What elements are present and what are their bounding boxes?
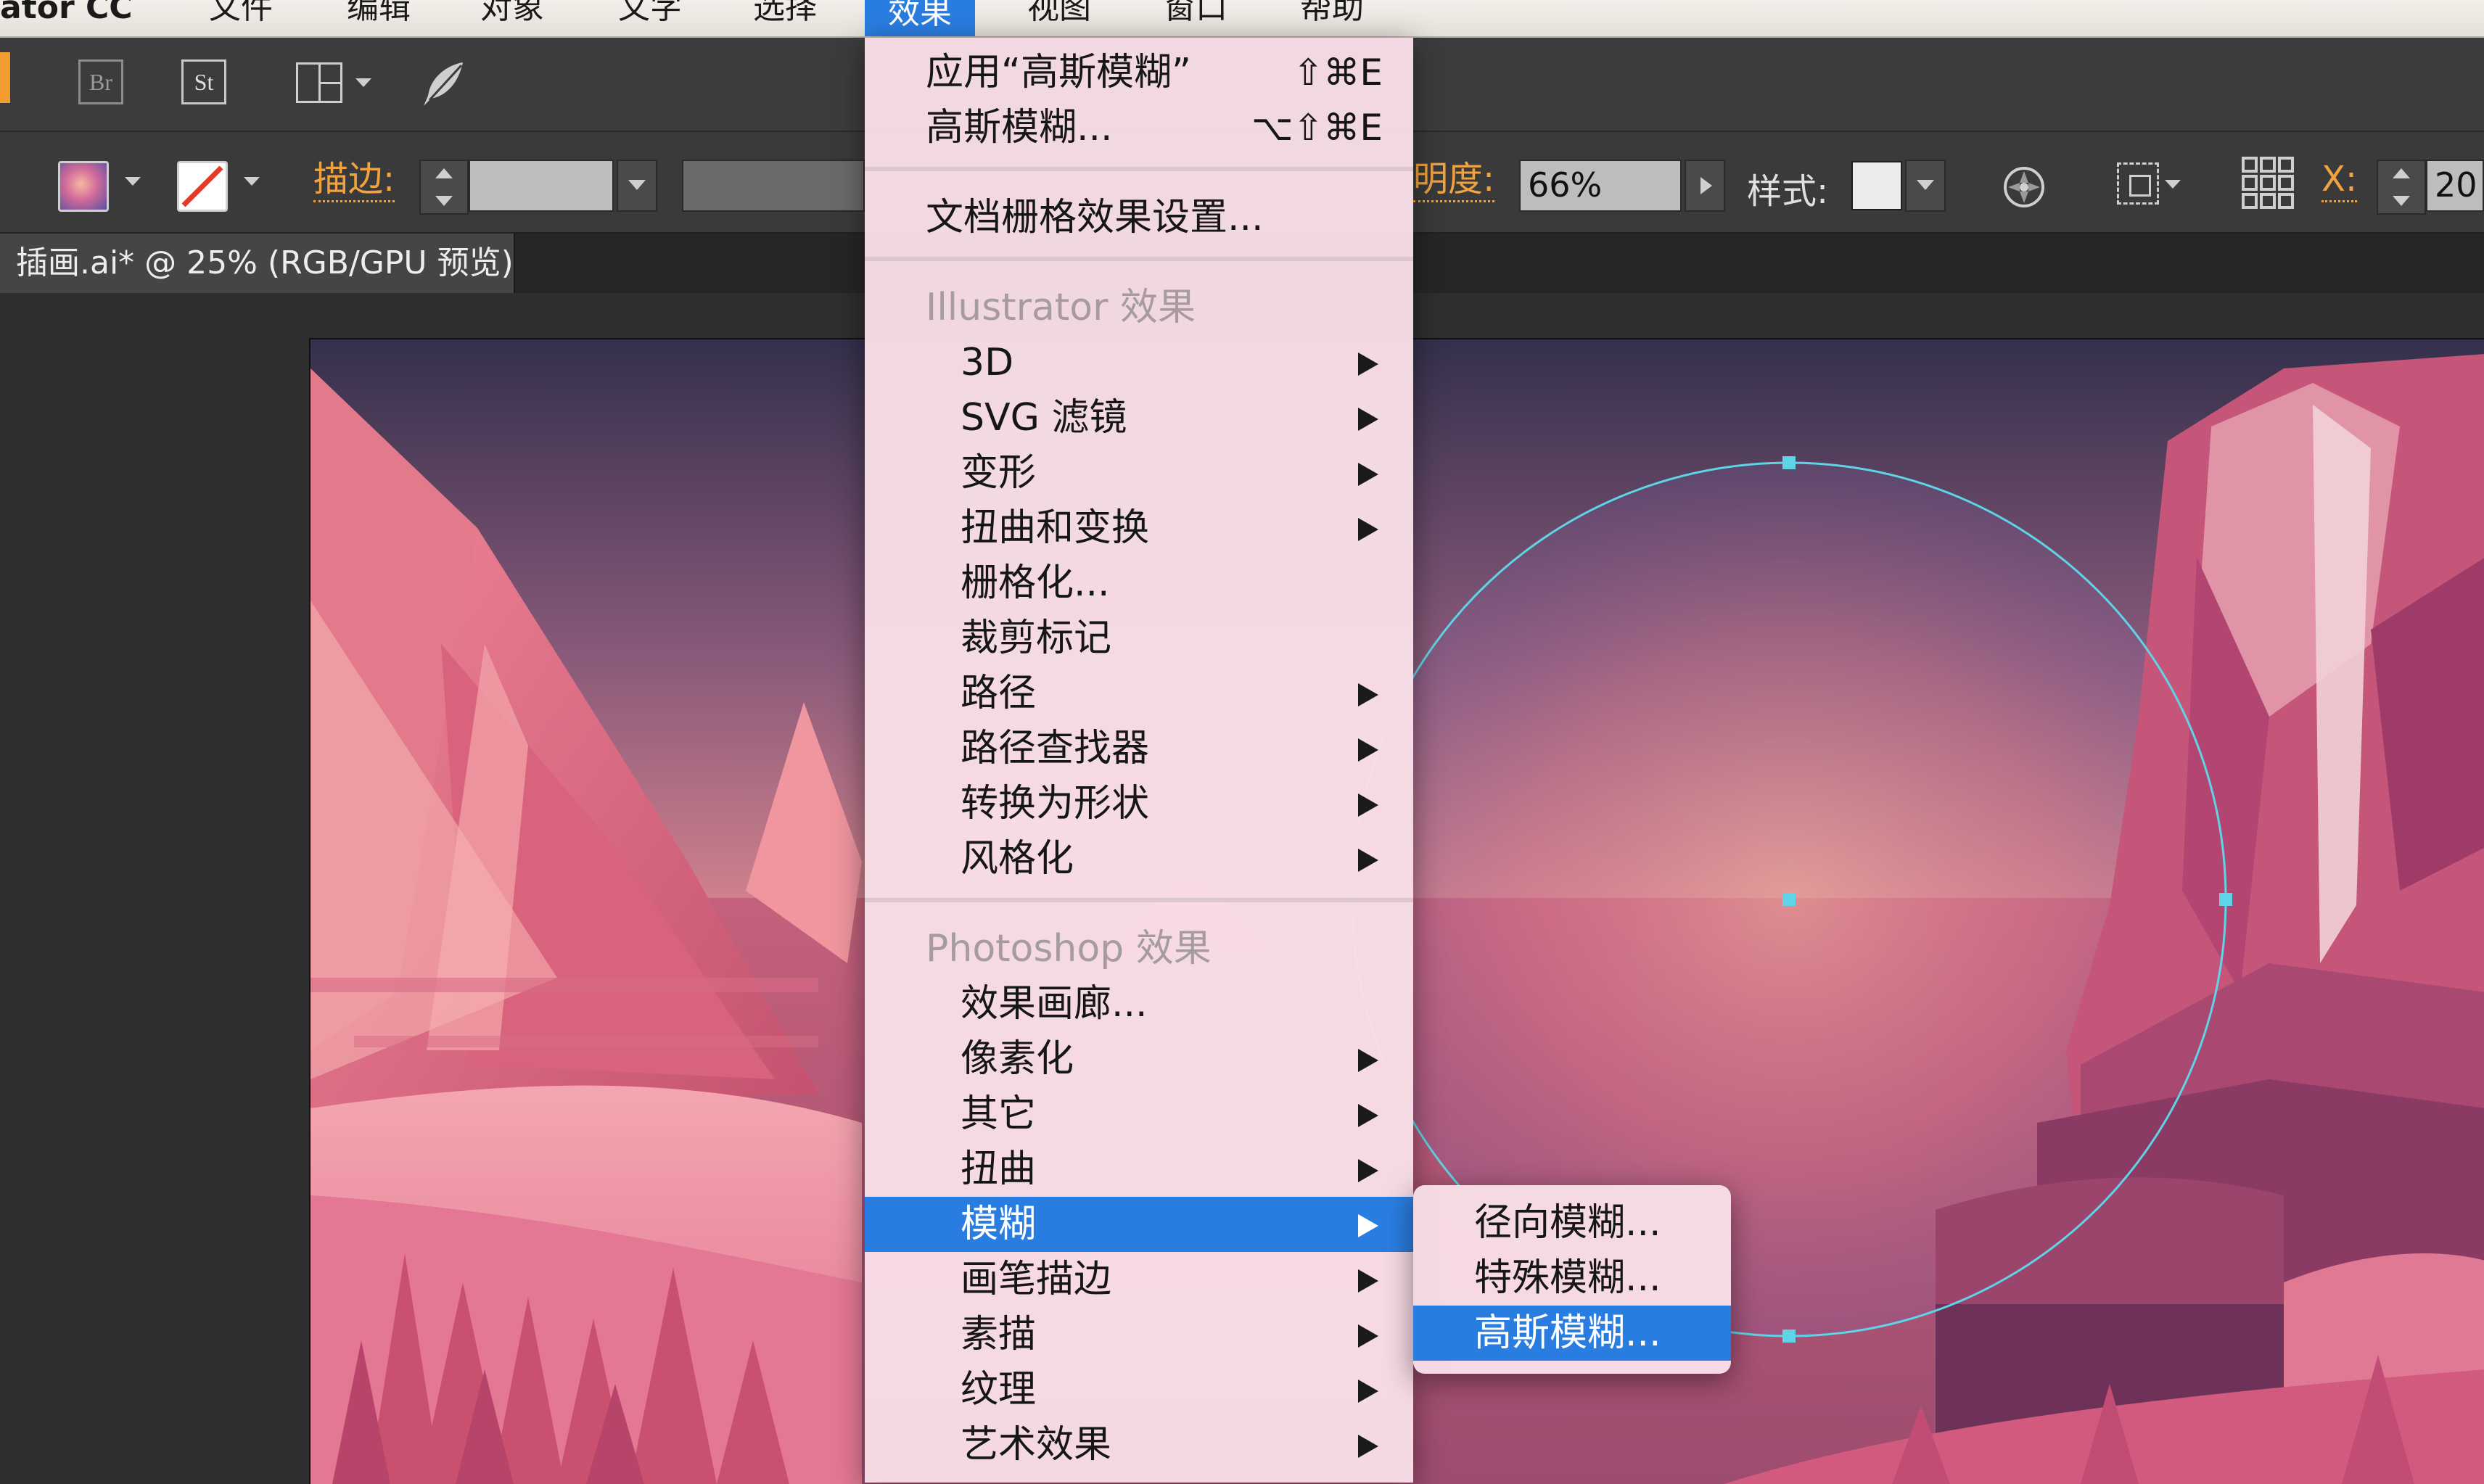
menu-item-3d[interactable]: 3D <box>865 335 1413 390</box>
menu-help[interactable]: 帮助 <box>1300 0 1364 36</box>
stroke-label[interactable]: 描边: <box>313 158 395 202</box>
menu-item-pixelate[interactable]: 像素化 <box>865 1031 1413 1087</box>
menu-view[interactable]: 视图 <box>1027 0 1091 36</box>
anchor-point-right <box>2219 893 2232 906</box>
menu-item-pathfinder[interactable]: 路径查找器 <box>865 721 1413 776</box>
submenu-arrow-icon <box>1358 408 1378 431</box>
align-grid-icon[interactable] <box>2240 155 2295 210</box>
submenu-arrow-icon <box>1358 1159 1378 1182</box>
submenu-arrow-icon <box>1358 1104 1378 1127</box>
style-label: 样式: <box>1747 171 1829 212</box>
app-name[interactable]: ator CC <box>0 0 133 36</box>
menu-separator <box>865 257 1413 261</box>
stroke-weight-dropdown[interactable] <box>617 160 657 212</box>
submenu-arrow-icon <box>1358 1324 1378 1348</box>
submenu-arrow-icon <box>1358 353 1378 376</box>
submenu-arrow-icon <box>1358 683 1378 706</box>
last-effect-shortcut: ⌥⇧⌘E <box>1251 107 1383 149</box>
menu-item-blur[interactable]: 模糊 <box>865 1197 1413 1252</box>
menu-item-artistic[interactable]: 艺术效果 <box>865 1417 1413 1472</box>
center-point <box>1782 893 1796 906</box>
submenu-item-gaussian-blur[interactable]: 高斯模糊... <box>1413 1306 1731 1361</box>
fill-dropdown-icon[interactable] <box>125 177 141 186</box>
menu-item-other[interactable]: 其它 <box>865 1087 1413 1142</box>
photoshop-effects-header: Photoshop 效果 <box>926 927 1212 970</box>
graphic-style-dropdown[interactable] <box>1905 160 1946 212</box>
opacity-slider-button[interactable] <box>1685 160 1725 212</box>
fill-swatch[interactable] <box>58 161 109 212</box>
illustrator-effects-header: Illustrator 效果 <box>926 286 1196 329</box>
illustrator-logo <box>0 52 10 103</box>
x-position-stepper[interactable] <box>2377 160 2426 215</box>
submenu-arrow-icon <box>1358 793 1378 817</box>
stroke-swatch[interactable] <box>177 161 228 212</box>
menu-object[interactable]: 对象 <box>480 0 544 36</box>
menu-separator <box>865 898 1413 902</box>
blur-submenu: 径向模糊... 特殊模糊... 高斯模糊... <box>1413 1185 1731 1374</box>
opacity-label[interactable]: 明度: <box>1413 158 1495 202</box>
menu-item-convert-to-shape[interactable]: 转换为形状 <box>865 776 1413 831</box>
submenu-arrow-icon <box>1358 518 1378 541</box>
menu-type[interactable]: 文字 <box>618 0 682 36</box>
anchor-point-bottom <box>1782 1330 1796 1343</box>
x-position-label[interactable]: X: <box>2321 158 2358 202</box>
menu-item-svg-filters[interactable]: SVG 滤镜 <box>865 390 1413 445</box>
isolate-object-icon[interactable] <box>2117 162 2159 205</box>
submenu-arrow-icon <box>1358 463 1378 486</box>
menu-select[interactable]: 选择 <box>753 0 817 36</box>
stock-button[interactable]: St <box>181 59 226 104</box>
apply-last-effect-item[interactable]: 应用“高斯模糊” ⇧⌘E <box>865 45 1413 100</box>
stroke-dropdown-icon[interactable] <box>244 177 260 186</box>
submenu-arrow-icon <box>1358 1049 1378 1072</box>
submenu-item-smart-blur[interactable]: 特殊模糊... <box>1413 1250 1731 1306</box>
submenu-arrow-icon <box>1358 849 1378 872</box>
arrange-documents-icon[interactable] <box>296 62 342 103</box>
submenu-arrow-icon <box>1358 1214 1378 1237</box>
bridge-button[interactable]: Br <box>78 59 123 104</box>
recolor-artwork-icon[interactable] <box>2002 165 2046 209</box>
chevron-down-icon[interactable] <box>355 78 371 87</box>
document-raster-settings-item[interactable]: 文档栅格效果设置... <box>865 190 1413 245</box>
menu-item-sketch[interactable]: 素描 <box>865 1307 1413 1362</box>
document-tab[interactable]: 插画.ai* @ 25% (RGB/GPU 预览) <box>0 234 515 293</box>
effects-menu: 应用“高斯模糊” ⇧⌘E 高斯模糊... ⌥⇧⌘E 文档栅格效果设置... Il… <box>865 38 1413 1483</box>
submenu-arrow-icon <box>1358 1380 1378 1403</box>
menu-item-distort-transform[interactable]: 扭曲和变换 <box>865 500 1413 556</box>
opacity-field[interactable]: 66% <box>1519 160 1682 212</box>
submenu-arrow-icon <box>1358 738 1378 762</box>
menu-window[interactable]: 窗口 <box>1164 0 1227 36</box>
menu-item-texture[interactable]: 纹理 <box>865 1362 1413 1417</box>
isolate-dropdown-icon[interactable] <box>2165 180 2181 189</box>
menu-item-path[interactable]: 路径 <box>865 666 1413 721</box>
menu-item-brush-strokes[interactable]: 画笔描边 <box>865 1252 1413 1307</box>
menu-bar: ator CC 文件 编辑 对象 文字 选择 效果 视图 窗口 帮助 <box>0 0 2484 38</box>
apply-last-shortcut: ⇧⌘E <box>1293 51 1383 94</box>
submenu-item-radial-blur[interactable]: 径向模糊... <box>1413 1195 1731 1250</box>
menu-item-crop-marks[interactable]: 裁剪标记 <box>865 611 1413 666</box>
menu-effect[interactable]: 效果 <box>865 0 975 36</box>
stroke-weight-stepper[interactable] <box>419 160 469 215</box>
submenu-arrow-icon <box>1358 1435 1378 1458</box>
variable-width-field[interactable] <box>682 160 865 212</box>
last-effect-item[interactable]: 高斯模糊... ⌥⇧⌘E <box>865 100 1413 155</box>
menu-item-distort[interactable]: 扭曲 <box>865 1142 1413 1197</box>
menu-item-stylize[interactable]: 风格化 <box>865 831 1413 886</box>
stroke-weight-field[interactable] <box>469 160 614 212</box>
submenu-arrow-icon <box>1358 1269 1378 1293</box>
anchor-point-top <box>1782 456 1796 469</box>
x-position-field[interactable]: 20 <box>2426 160 2484 212</box>
menu-item-warp[interactable]: 变形 <box>865 445 1413 500</box>
menu-item-rasterize[interactable]: 栅格化... <box>865 556 1413 611</box>
menu-file[interactable]: 文件 <box>209 0 273 36</box>
feather-icon[interactable] <box>418 58 470 110</box>
menu-separator <box>865 167 1413 171</box>
menu-item-effect-gallery[interactable]: 效果画廊... <box>865 976 1413 1031</box>
graphic-style-swatch[interactable] <box>1851 161 1902 210</box>
menu-edit[interactable]: 编辑 <box>347 0 411 36</box>
